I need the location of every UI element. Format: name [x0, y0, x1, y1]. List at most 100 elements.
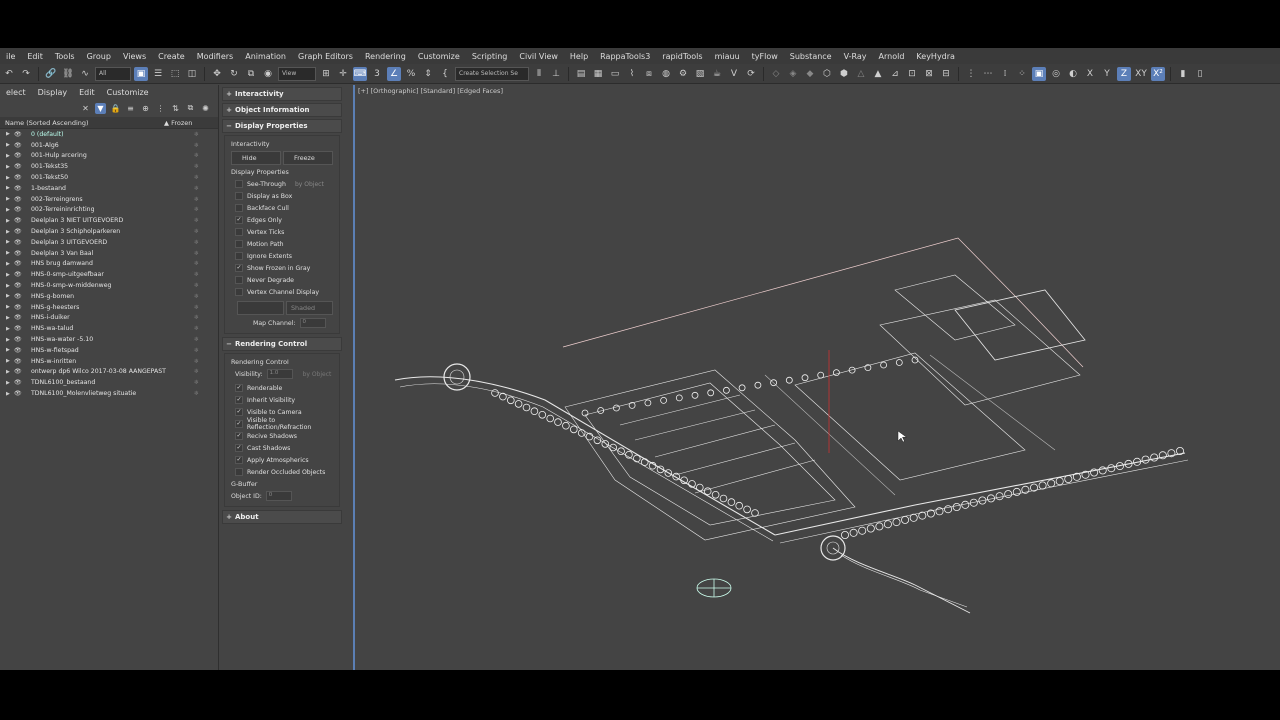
link-icon[interactable]: 🔗: [44, 67, 58, 81]
expand-arrow-icon[interactable]: ▶: [6, 142, 12, 148]
expand-arrow-icon[interactable]: ▶: [6, 369, 12, 375]
selection-filter-dropdown[interactable]: All: [95, 66, 131, 81]
checkbox[interactable]: ✓: [235, 408, 243, 416]
menu-keyhydra[interactable]: KeyHydra: [910, 52, 961, 61]
layer-row[interactable]: ▶ 👁 Deelplan 3 Schipholparkeren ❄: [0, 226, 218, 237]
expand-arrow-icon[interactable]: ▶: [6, 229, 12, 235]
scene-explorer-icon[interactable]: ▦: [591, 67, 605, 81]
layer-row[interactable]: ▶ 👁 001-Tekst35 ❄: [0, 161, 218, 172]
freeze-toggle-icon[interactable]: ❄: [194, 239, 199, 246]
menu-rapidtools[interactable]: rapidTools: [656, 52, 708, 61]
rendered-frame-icon[interactable]: ▧: [693, 67, 707, 81]
freeze-toggle-icon[interactable]: ❄: [194, 142, 199, 149]
constraint-xyz-icon[interactable]: X²: [1151, 66, 1165, 81]
checkbox-row[interactable]: Backface Cull: [225, 202, 339, 214]
layer-row[interactable]: ▶ 👁 HNS-i-duiker ❄: [0, 313, 218, 324]
freeze-toggle-icon[interactable]: ❄: [194, 347, 199, 354]
visibility-eye-icon[interactable]: 👁: [14, 347, 23, 354]
spinner-snap-icon[interactable]: ⇕: [421, 67, 435, 81]
visibility-eye-icon[interactable]: 👁: [14, 239, 23, 246]
constraint-xy-icon[interactable]: XY: [1134, 67, 1148, 81]
schematic-view-icon[interactable]: ⧈: [642, 67, 656, 81]
expand-arrow-icon[interactable]: ▶: [6, 358, 12, 364]
checkbox-row[interactable]: Vertex Ticks: [225, 226, 339, 238]
menu-graph-editors[interactable]: Graph Editors: [292, 52, 359, 61]
lock-icon[interactable]: 🔒: [110, 103, 121, 114]
expand-arrow-icon[interactable]: ▶: [6, 207, 12, 213]
layer-row[interactable]: ▶ 👁 Deelplan 3 UITGEVOERD ❄: [0, 237, 218, 248]
freeze-toggle-icon[interactable]: ❄: [194, 152, 199, 159]
freeze-toggle-icon[interactable]: ❄: [194, 282, 199, 289]
tool-e-icon[interactable]: ⬢: [837, 67, 851, 81]
checkbox[interactable]: [235, 288, 243, 296]
checkbox[interactable]: ✓: [235, 420, 243, 428]
snap-grid-icon[interactable]: ⋯: [981, 67, 995, 81]
checkbox[interactable]: ✓: [235, 456, 243, 464]
ribbon-icon[interactable]: ▭: [608, 67, 622, 81]
checkbox[interactable]: [235, 276, 243, 284]
visibility-eye-icon[interactable]: 👁: [14, 390, 23, 397]
checkbox[interactable]: [235, 192, 243, 200]
freeze-toggle-icon[interactable]: ❄: [194, 304, 199, 311]
visibility-eye-icon[interactable]: 👁: [14, 131, 23, 138]
array-icon[interactable]: ⁞: [998, 67, 1012, 81]
expand-arrow-icon[interactable]: ▶: [6, 261, 12, 267]
panel-layout-icon[interactable]: ▯: [1193, 67, 1207, 81]
expand-arrow-icon[interactable]: ▶: [6, 304, 12, 310]
layer-row[interactable]: ▶ 👁 HNS-g-heesters ❄: [0, 302, 218, 313]
menu-tyflow[interactable]: tyFlow: [746, 52, 784, 61]
isolate-icon[interactable]: ▣: [1032, 66, 1046, 81]
visibility-eye-icon[interactable]: 👁: [14, 174, 23, 181]
rollout-display-properties[interactable]: − Display Properties: [222, 119, 342, 133]
layer-row[interactable]: ▶ 👁 002-Terreininrichting ❄: [0, 205, 218, 216]
tool-d-icon[interactable]: ⬡: [820, 67, 834, 81]
checkbox-row[interactable]: ✓ Visible to Reflection/Refraction: [225, 417, 339, 431]
by-object-button[interactable]: by Object: [295, 181, 324, 188]
layer-row[interactable]: ▶ 👁 HNS-0-smp-uitgeefbaar ❄: [0, 269, 218, 280]
checkbox[interactable]: [235, 180, 243, 188]
expand-arrow-icon[interactable]: ▶: [6, 175, 12, 181]
checkbox[interactable]: ✓: [235, 444, 243, 452]
expand-arrow-icon[interactable]: ▶: [6, 218, 12, 224]
select-by-name-icon[interactable]: ☰: [151, 67, 165, 81]
window-crossing-icon[interactable]: ◫: [185, 67, 199, 81]
object-id-spinner[interactable]: 0: [265, 491, 292, 501]
layer-row[interactable]: ▶ 👁 HNS-w-fietspad ❄: [0, 345, 218, 356]
layer-menu-select[interactable]: elect: [0, 88, 32, 97]
visibility-eye-icon[interactable]: 👁: [14, 379, 23, 386]
map-channel-spinner[interactable]: 0: [299, 318, 326, 328]
visibility-spinner[interactable]: 1.0: [266, 369, 293, 379]
menu-group[interactable]: Group: [81, 52, 117, 61]
constraint-z-icon[interactable]: Z: [1117, 66, 1131, 81]
visibility-eye-icon[interactable]: 👁: [14, 228, 23, 235]
checkbox-row[interactable]: ✓ Show Frozen in Gray: [225, 262, 339, 274]
visibility-eye-icon[interactable]: 👁: [14, 152, 23, 159]
freeze-toggle-icon[interactable]: ❄: [194, 336, 199, 343]
freeze-toggle-icon[interactable]: ❄: [194, 217, 199, 224]
material-editor-icon[interactable]: ◍: [659, 67, 673, 81]
checkbox[interactable]: [235, 228, 243, 236]
freeze-toggle-icon[interactable]: ❄: [194, 196, 199, 203]
layer-row[interactable]: ▶ 👁 0 (default) ❄: [0, 129, 218, 140]
menu-tools[interactable]: Tools: [49, 52, 81, 61]
panel-toggle-icon[interactable]: ▮: [1176, 67, 1190, 81]
visibility-eye-icon[interactable]: 👁: [14, 282, 23, 289]
clear-search-icon[interactable]: ✕: [80, 103, 91, 114]
menu-substance[interactable]: Substance: [784, 52, 838, 61]
named-selection-dropdown[interactable]: Create Selection Se: [455, 66, 529, 81]
freeze-toggle-icon[interactable]: ❄: [194, 325, 199, 332]
grid-icon[interactable]: ⋮: [964, 67, 978, 81]
menu-scripting[interactable]: Scripting: [466, 52, 514, 61]
mirror-icon[interactable]: ⫴: [532, 67, 546, 81]
filter-icon[interactable]: ▼: [95, 102, 106, 114]
visibility-eye-icon[interactable]: 👁: [14, 142, 23, 149]
expand-arrow-icon[interactable]: ▶: [6, 283, 12, 289]
bind-space-warp-icon[interactable]: ∿: [78, 67, 92, 81]
layer-menu-display[interactable]: Display: [32, 88, 74, 97]
freeze-toggle-icon[interactable]: ❄: [194, 390, 199, 397]
expand-arrow-icon[interactable]: ▶: [6, 131, 12, 137]
layer-list-header[interactable]: Name (Sorted Ascending) ▲ Frozen: [0, 117, 218, 129]
checkbox-row[interactable]: ✓ Inherit Visibility: [225, 394, 339, 406]
layer-add-icon[interactable]: ⊕: [140, 103, 151, 114]
layer-row[interactable]: ▶ 👁 HNS brug damwand ❄: [0, 259, 218, 270]
